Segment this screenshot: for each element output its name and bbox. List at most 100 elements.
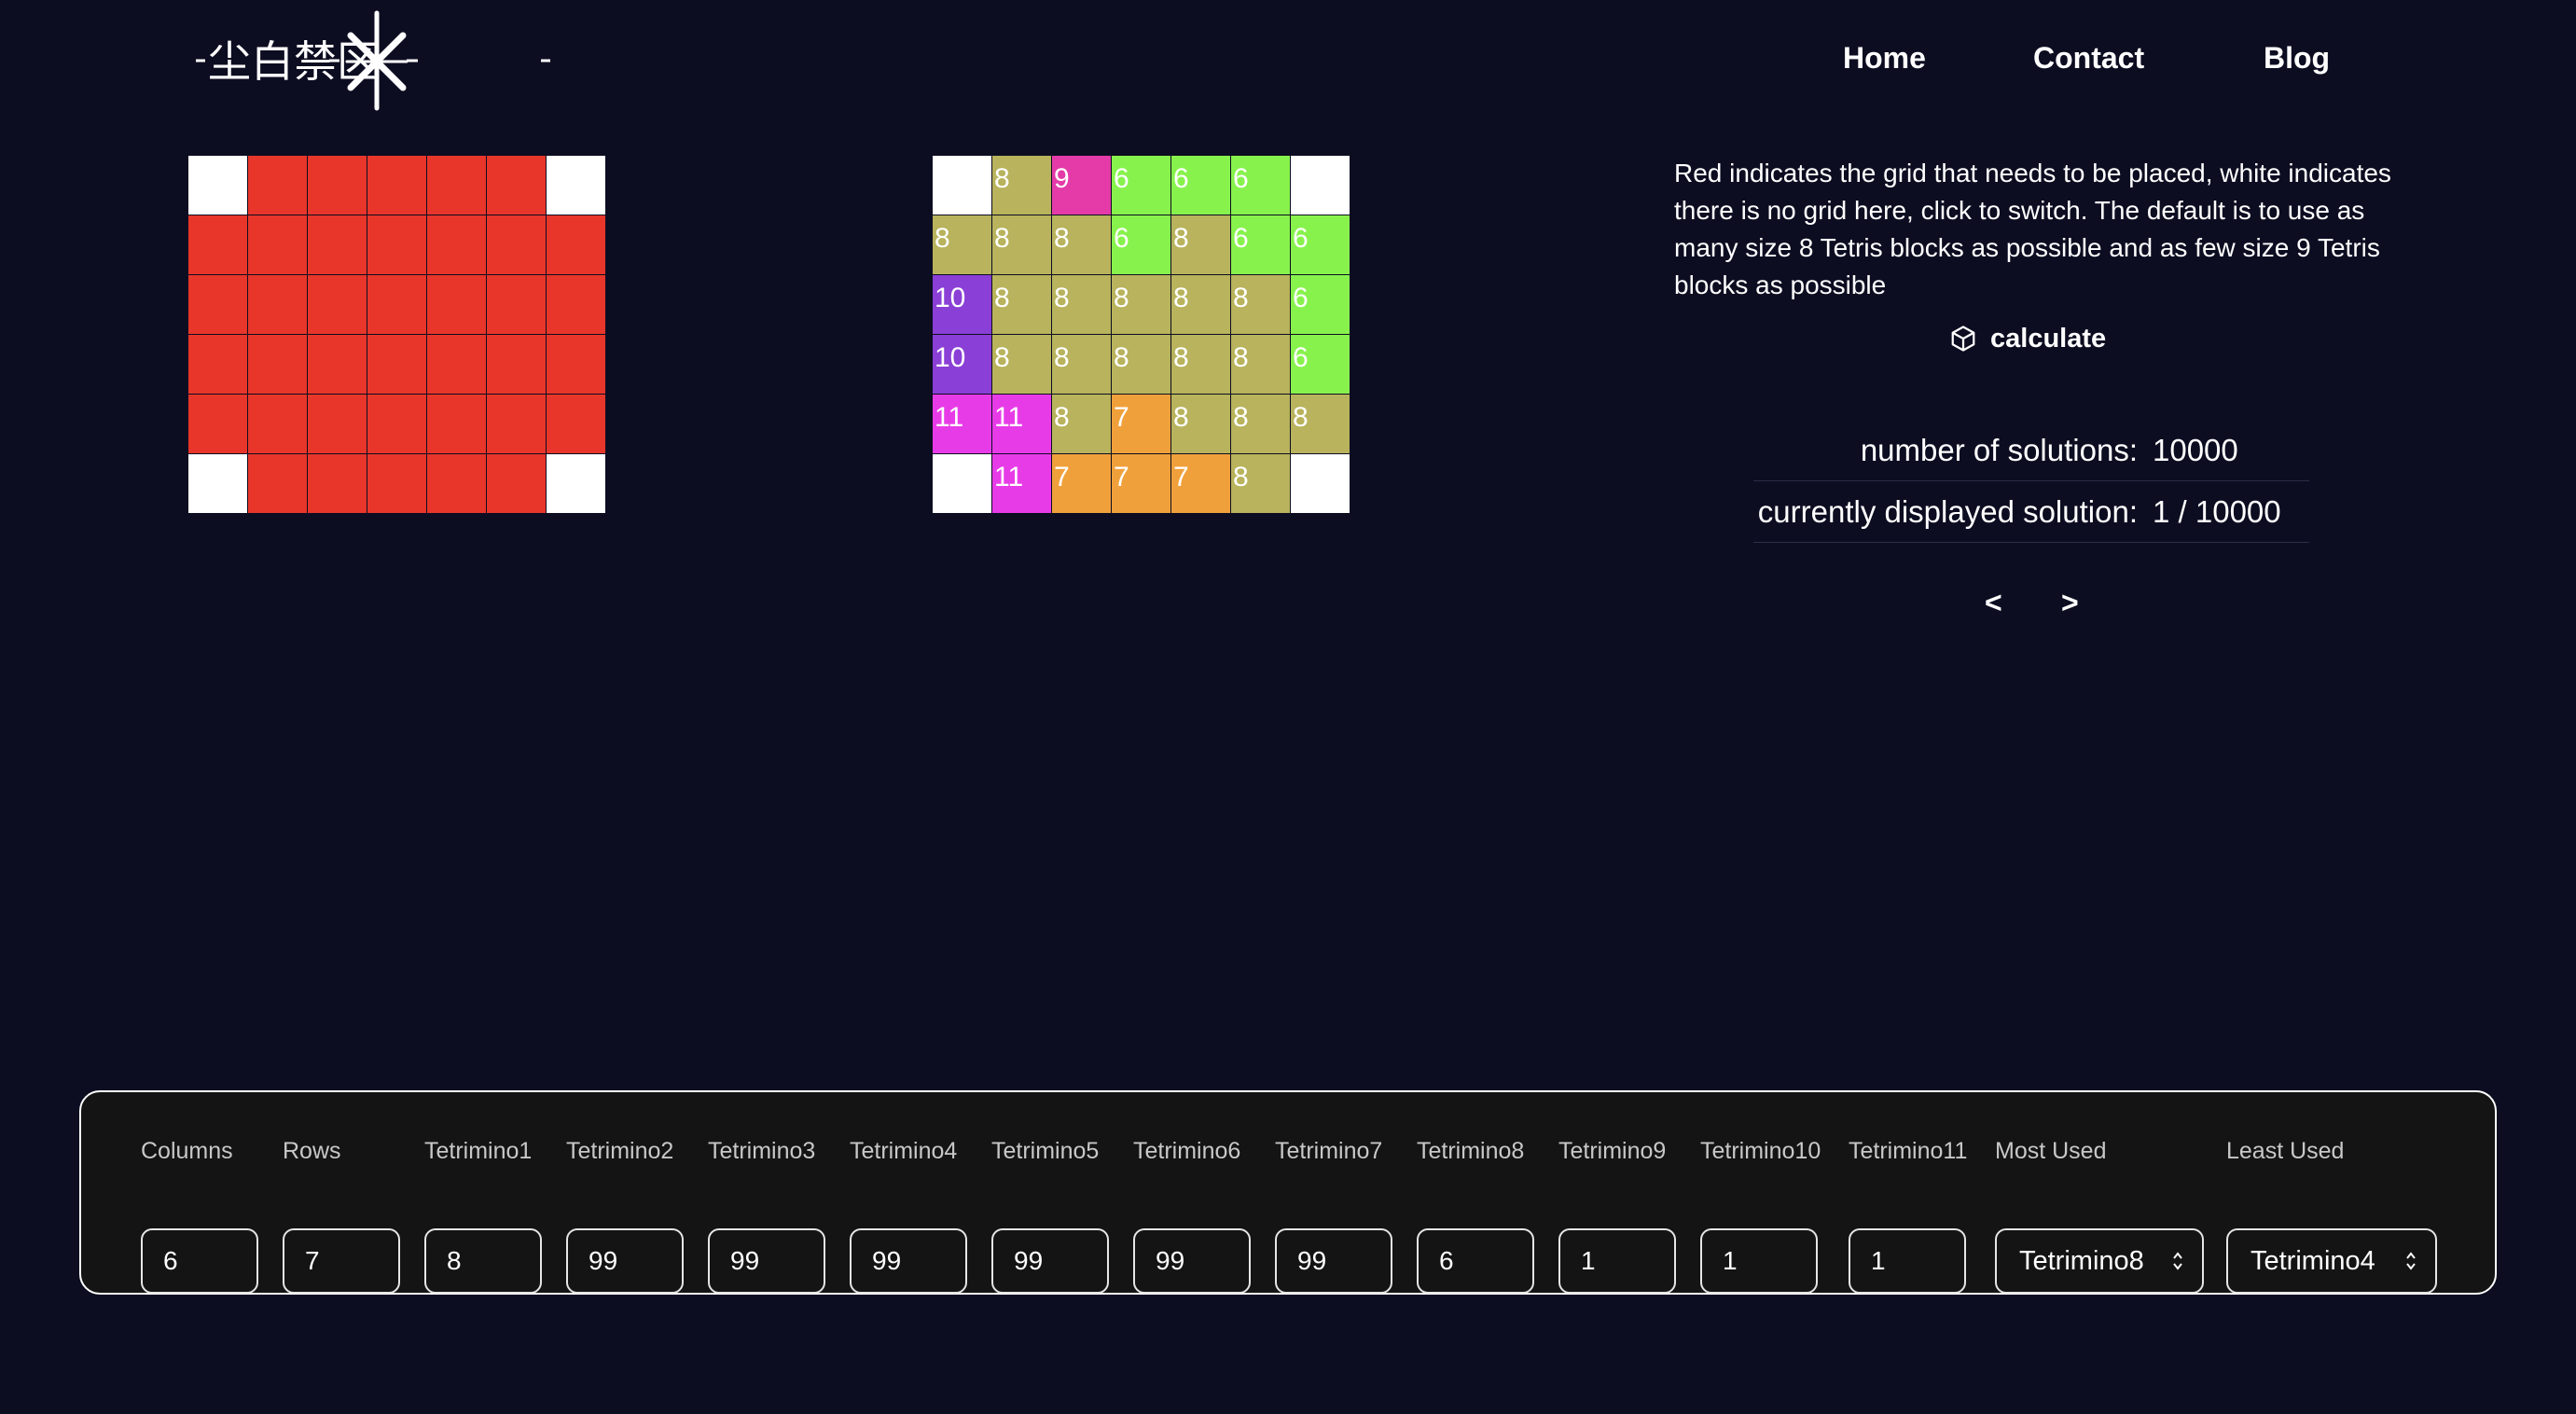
solution-cell-label: 8: [1173, 402, 1189, 433]
editor-cell[interactable]: [487, 275, 546, 334]
editor-cell[interactable]: [427, 275, 486, 334]
tetrimino11-input[interactable]: 1: [1849, 1228, 1966, 1294]
editor-cell[interactable]: [547, 395, 605, 453]
prev-solution-button[interactable]: <: [1985, 586, 2002, 620]
solution-cell: 8: [1052, 215, 1111, 274]
tetrimino5-input[interactable]: 99: [991, 1228, 1109, 1294]
solution-cell: 7: [1112, 395, 1170, 453]
editor-cell[interactable]: [188, 454, 247, 513]
tetrimino7-input[interactable]: 99: [1275, 1228, 1392, 1294]
solution-cell: 11: [933, 395, 991, 453]
rows-input[interactable]: 7: [283, 1228, 400, 1294]
most-used-value: Tetrimino8: [2019, 1246, 2144, 1276]
nav-blog[interactable]: Blog: [2264, 41, 2330, 76]
tetrimino10-field: Tetrimino10 1: [1700, 1137, 1821, 1294]
editor-cell[interactable]: [188, 275, 247, 334]
editor-cell[interactable]: [308, 395, 367, 453]
solution-cell-label: 6: [1173, 163, 1189, 194]
current-solution-value: 1 / 10000: [2153, 493, 2281, 529]
tetrimino6-label: Tetrimino6: [1133, 1138, 1241, 1164]
tetrimino8-input[interactable]: 6: [1417, 1228, 1534, 1294]
tetrimino2-input[interactable]: 99: [566, 1228, 684, 1294]
solution-cell: 8: [1291, 395, 1350, 453]
editor-cell[interactable]: [308, 335, 367, 394]
editor-cell[interactable]: [308, 156, 367, 215]
solution-cell: 8: [1171, 395, 1230, 453]
instructions-text: Red indicates the grid that needs to be …: [1674, 159, 2391, 299]
tetrimino6-input[interactable]: 99: [1133, 1228, 1251, 1294]
tetrimino4-label: Tetrimino4: [850, 1138, 958, 1164]
solution-cell: 8: [1171, 275, 1230, 334]
editor-cell[interactable]: [248, 156, 307, 215]
solution-cell-label: 7: [1114, 462, 1129, 492]
solution-cell-label: 8: [994, 223, 1010, 254]
editor-cell[interactable]: [427, 395, 486, 453]
editor-cell[interactable]: [487, 454, 546, 513]
solution-cell: 8: [933, 215, 991, 274]
editor-cell[interactable]: [487, 335, 546, 394]
editor-cell[interactable]: [248, 395, 307, 453]
tetrimino10-label: Tetrimino10: [1700, 1138, 1821, 1164]
editor-cell[interactable]: [367, 275, 426, 334]
tetrimino3-input[interactable]: 99: [708, 1228, 825, 1294]
solution-cell-label: 8: [1114, 342, 1129, 373]
editor-cell[interactable]: [248, 215, 307, 274]
editor-cell[interactable]: [367, 395, 426, 453]
solution-grid: 8 9 6 6 6 8 8 8 6 8 6 6 10 8 8 8 8 8 6 10 8 8 8 8 8 6 11 11 8 7 8 8 8 11 7…: [932, 155, 1350, 514]
editor-cell[interactable]: [427, 335, 486, 394]
next-solution-button[interactable]: >: [2061, 586, 2079, 620]
current-solution-row: currently displayed solution: 1 / 10000: [1753, 481, 2309, 543]
editor-cell[interactable]: [547, 454, 605, 513]
editor-cell[interactable]: [308, 454, 367, 513]
editor-cell[interactable]: [427, 156, 486, 215]
solution-cell-label: 10: [935, 283, 966, 313]
tetrimino2-field: Tetrimino2 99: [566, 1137, 684, 1294]
tetrimino9-input[interactable]: 1: [1558, 1228, 1676, 1294]
editor-cell[interactable]: [547, 215, 605, 274]
editor-cell[interactable]: [188, 395, 247, 453]
editor-cell[interactable]: [308, 275, 367, 334]
editor-cell[interactable]: [367, 215, 426, 274]
nav-contact[interactable]: Contact: [2033, 41, 2144, 76]
solution-cell: 11: [992, 454, 1051, 513]
tetrimino1-input[interactable]: 8: [424, 1228, 542, 1294]
tetrimino4-input[interactable]: 99: [850, 1228, 967, 1294]
solutions-table: number of solutions: 10000 currently dis…: [1753, 420, 2309, 543]
editor-cell[interactable]: [367, 335, 426, 394]
solution-cell-label: 10: [935, 342, 966, 373]
solution-cell-empty: [933, 454, 991, 513]
most-used-label: Most Used: [1995, 1138, 2107, 1164]
solution-cell-label: 6: [1293, 342, 1309, 373]
editor-cell[interactable]: [487, 156, 546, 215]
calculate-button[interactable]: calculate: [1949, 319, 2106, 358]
editor-cell[interactable]: [248, 275, 307, 334]
editor-cell[interactable]: [487, 215, 546, 274]
solution-cell-label: 6: [1293, 283, 1309, 313]
editor-cell[interactable]: [547, 275, 605, 334]
solution-cell: 6: [1291, 335, 1350, 394]
solution-cell: 7: [1112, 454, 1170, 513]
editor-cell[interactable]: [427, 454, 486, 513]
solution-cell-label: 8: [994, 283, 1010, 313]
editor-cell[interactable]: [308, 215, 367, 274]
editor-cell[interactable]: [367, 156, 426, 215]
most-used-select[interactable]: Tetrimino8: [1995, 1228, 2204, 1294]
tetrimino10-input[interactable]: 1: [1700, 1228, 1818, 1294]
editor-cell[interactable]: [248, 454, 307, 513]
editor-cell[interactable]: [427, 215, 486, 274]
editor-cell[interactable]: [188, 215, 247, 274]
editor-cell[interactable]: [547, 156, 605, 215]
editor-cell[interactable]: [547, 335, 605, 394]
editor-cell[interactable]: [367, 454, 426, 513]
editor-cell[interactable]: [487, 395, 546, 453]
solution-cell-label: 8: [1054, 223, 1070, 254]
columns-input[interactable]: 6: [141, 1228, 258, 1294]
editor-cell[interactable]: [188, 156, 247, 215]
least-used-select[interactable]: Tetrimino4: [2226, 1228, 2437, 1294]
nav-home[interactable]: Home: [1843, 41, 1926, 76]
editor-cell[interactable]: [188, 335, 247, 394]
rows-label: Rows: [283, 1138, 341, 1164]
editor-cell[interactable]: [248, 335, 307, 394]
solution-cell: 8: [992, 215, 1051, 274]
settings-panel: Columns 6 Rows 7 Tetrimino1 8 Tetrimino2 99 Tetr…: [79, 1090, 2497, 1295]
